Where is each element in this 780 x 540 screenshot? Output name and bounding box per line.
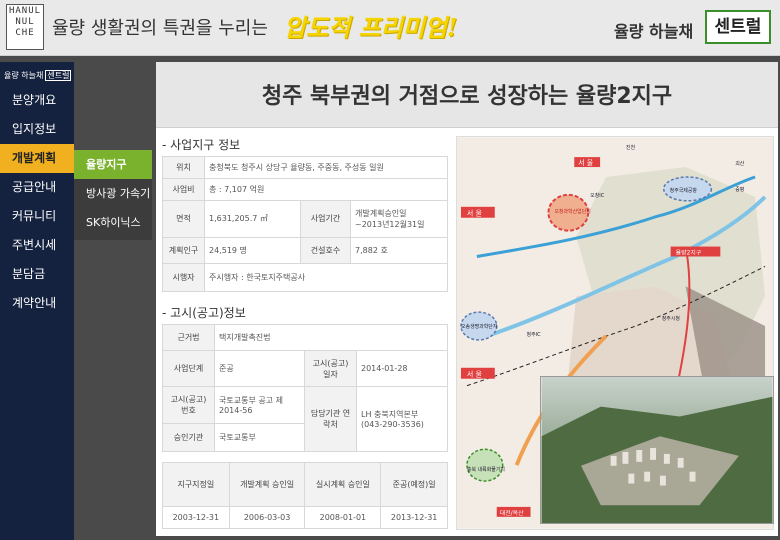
sidebar-item-contribution[interactable]: 분담금 bbox=[0, 260, 74, 289]
value-law: 택지개발촉진법 bbox=[214, 324, 448, 351]
label-population: 계획인구 bbox=[162, 236, 205, 264]
label-area: 면적 bbox=[162, 200, 205, 238]
map-label-osong: 오송생명과학단지 bbox=[461, 323, 497, 330]
section-title-notice-info: - 고시(공고)정보 bbox=[162, 306, 246, 320]
sidebar-item-prices[interactable]: 주변시세 bbox=[0, 231, 74, 260]
value-area: 1,631,205.7 ㎡ bbox=[204, 200, 301, 238]
timeline-value: 2013-12-31 bbox=[380, 506, 448, 529]
label-operator: 시행자 bbox=[162, 262, 205, 293]
map-logistics-circle bbox=[466, 448, 504, 482]
map-label-ochang: 오창과학산업단지 bbox=[554, 208, 590, 215]
left-sidebar: 율량 하늘채 센트럴 분양개요 입지정보 개발계획 공급안내 커뮤니티 주변시세 … bbox=[0, 62, 74, 540]
map-label-daejeon: 대전/옥산 bbox=[500, 509, 524, 517]
hanulche-logo[interactable]: HANUL NUL CHE bbox=[6, 4, 44, 50]
value-period: 개발계획승인일 ~2013년12월31일 bbox=[350, 200, 448, 238]
development-submenu: 율량지구 방사광 가속기 SK하이닉스 bbox=[74, 150, 152, 240]
map-label-city-hall: 청주시청 bbox=[662, 316, 680, 322]
sidebar-item-overview[interactable]: 분양개요 bbox=[0, 86, 74, 115]
timeline-header: 지구지정일 bbox=[162, 462, 230, 507]
value-cost: 총 : 7,107 억원 bbox=[204, 178, 448, 202]
map-label-seoul-bottom: 서 울 bbox=[467, 370, 483, 379]
value-period-line: ~2013년12월31일 bbox=[355, 219, 425, 229]
aerial-photo bbox=[540, 376, 774, 524]
sidebar-brand-box: 센트럴 bbox=[45, 70, 72, 81]
timeline-header: 개발계획 승인일 bbox=[228, 462, 306, 507]
value-population: 24,519 명 bbox=[204, 236, 301, 264]
value-notice-date: 2014-01-28 bbox=[356, 349, 448, 388]
label-approval: 승인기관 bbox=[162, 422, 215, 453]
submenu-item-sk-hynix[interactable]: SK하이닉스 bbox=[74, 208, 152, 237]
label-notice-no: 고시(공고) 번호 bbox=[162, 386, 215, 424]
map-label-airport: 청주국제공항 bbox=[670, 187, 698, 194]
timeline-header: 실시계획 승인일 bbox=[304, 462, 382, 507]
value-stage: 준공 bbox=[214, 349, 305, 388]
label-law: 근거법 bbox=[162, 324, 215, 351]
map-label-ochang-ic: 오창IC bbox=[590, 192, 605, 199]
value-houses: 7,882 호 bbox=[350, 236, 448, 264]
map-label-jincheon: 진천 bbox=[626, 144, 636, 151]
timeline-header: 준공(예정)일 bbox=[380, 462, 448, 507]
site-header: HANUL NUL CHE 율량 생활권의 특권을 누리는 압도적 프리미엄! … bbox=[0, 0, 780, 56]
label-contact: 담당기관 연락처 bbox=[304, 386, 357, 452]
value-location: 충청북도 청주시 상당구 율량동, 주중동, 주성동 일원 bbox=[204, 155, 448, 180]
page-title: 청주 북부권의 거점으로 성장하는 율량2지구 bbox=[261, 84, 673, 109]
label-location: 위치 bbox=[162, 155, 205, 180]
label-notice-date: 고시(공고) 일자 bbox=[304, 349, 357, 388]
map-label-seoul-mid: 서 울 bbox=[467, 209, 483, 218]
sidebar-item-contract[interactable]: 계약안내 bbox=[0, 289, 74, 318]
label-houses: 건설호수 bbox=[300, 236, 351, 264]
map-label-logistics: 충북 내륙화물기지 bbox=[467, 466, 505, 473]
project-info-table: 위치 충청북도 청주시 상당구 율량동, 주중동, 주성동 일원 사업비 총 :… bbox=[162, 155, 448, 293]
submenu-item-accelerator[interactable]: 방사광 가속기 bbox=[74, 179, 152, 208]
header-tagline: 율량 생활권의 특권을 누리는 bbox=[52, 18, 268, 39]
value-notice-no: 국토교통부 공고 제2014-56 bbox=[214, 386, 305, 424]
logo-line: CHE bbox=[15, 28, 35, 38]
label-period: 사업기간 bbox=[300, 200, 351, 238]
value-contact-line: (043-290-3536) bbox=[361, 420, 424, 430]
map-label-jeungpyeong: 증평 bbox=[735, 186, 744, 193]
notice-info-table: 근거법 택지개발촉진법 사업단계 준공 고시(공고) 일자 2014-01-28… bbox=[162, 324, 448, 453]
map-label-cheongju-ic: 청주IC bbox=[527, 332, 542, 338]
timeline-table: 지구지정일 개발계획 승인일 실시계획 승인일 준공(예정)일 2003-12-… bbox=[162, 462, 448, 529]
value-approval: 국토교통부 bbox=[214, 422, 305, 453]
map-label-yulryang: 율량2지구 bbox=[676, 248, 702, 256]
map-label-seoul-top: 서 울 bbox=[578, 158, 594, 167]
sidebar-brand: 율량 하늘채 센트럴 bbox=[0, 62, 74, 86]
value-period-line: 개발계획승인일 bbox=[355, 208, 407, 218]
header-brand: 율량 하늘채 bbox=[614, 22, 694, 41]
sidebar-item-community[interactable]: 커뮤니티 bbox=[0, 202, 74, 231]
map-label-goesan: 괴산 bbox=[735, 160, 745, 167]
timeline-value: 2003-12-31 bbox=[162, 506, 230, 529]
label-stage: 사업단계 bbox=[162, 349, 215, 388]
label-cost: 사업비 bbox=[162, 178, 205, 202]
sidebar-brand-text: 율량 하늘채 bbox=[4, 71, 44, 80]
main-panel: 청주 북부권의 거점으로 성장하는 율량2지구 - 사업지구 정보 위치 충청북… bbox=[156, 62, 778, 536]
section-title-project-info: - 사업지구 정보 bbox=[162, 138, 241, 152]
logo-line: NUL bbox=[15, 17, 35, 27]
sidebar-item-supply[interactable]: 공급안내 bbox=[0, 173, 74, 202]
logo-line: HANUL bbox=[8, 6, 42, 16]
main-title-bar: 청주 북부권의 거점으로 성장하는 율량2지구 bbox=[156, 62, 778, 128]
header-tagline-accent: 압도적 프리미엄! bbox=[284, 13, 458, 42]
sidebar-item-location[interactable]: 입지정보 bbox=[0, 115, 74, 144]
header-brand-box: 센트럴 bbox=[705, 10, 771, 44]
value-operator: 주시행자 : 한국토지주택공사 bbox=[204, 262, 448, 293]
value-contact: LH 충북지역본부 (043-290-3536) bbox=[356, 386, 448, 452]
sidebar-item-development[interactable]: 개발계획 bbox=[0, 144, 74, 173]
timeline-value: 2006-03-03 bbox=[228, 506, 306, 529]
value-contact-line: LH 충북지역본부 bbox=[361, 410, 419, 420]
submenu-item-yulryang[interactable]: 율량지구 bbox=[74, 150, 152, 179]
timeline-value: 2008-01-01 bbox=[304, 506, 382, 529]
